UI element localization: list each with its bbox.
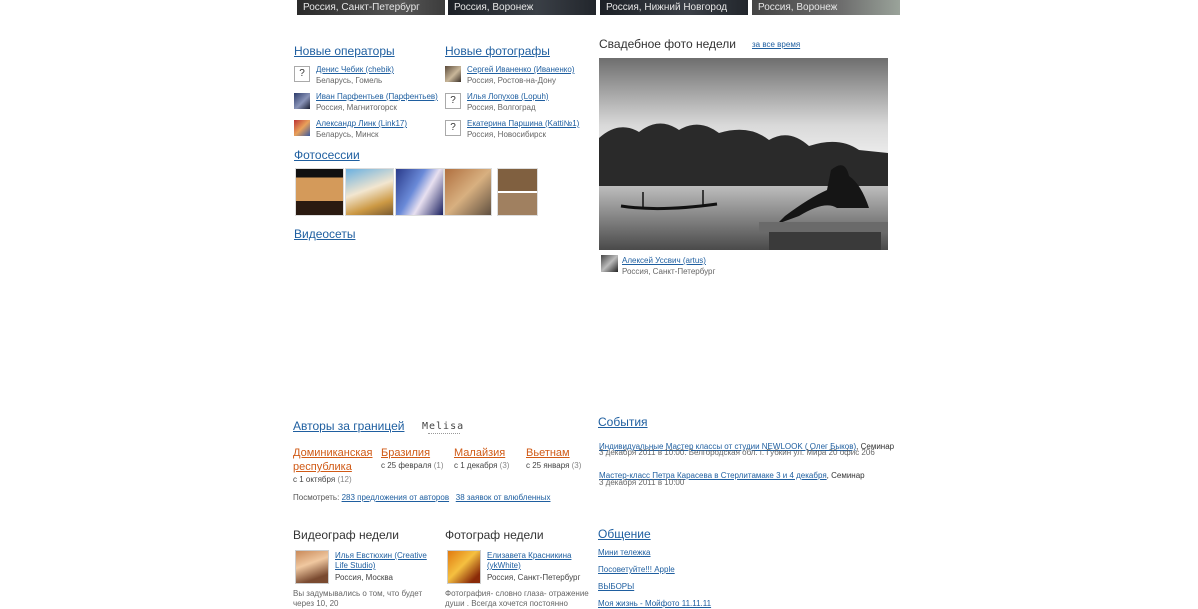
forum-topic[interactable]: ВЫБОРЫ <box>598 582 634 591</box>
videographer-location: Россия, Москва <box>335 573 393 582</box>
avatar <box>294 120 310 136</box>
wedding-author-name[interactable]: Алексей Уссвич (artus) <box>622 256 706 265</box>
strip-label: Россия, Воронеж <box>758 2 838 13</box>
country-brazil[interactable]: Бразилия <box>381 446 430 460</box>
country-date: с 1 декабря (3) <box>454 461 510 470</box>
avatar-placeholder-icon: ? <box>445 93 461 109</box>
strip-tile-2[interactable]: Россия, Воронеж <box>448 0 596 15</box>
operator-name[interactable]: Иван Парфентьев (Парфентьев) <box>316 92 438 101</box>
operator-location: Россия, Магнитогорск <box>316 103 397 112</box>
avatar-placeholder-icon: ? <box>294 66 310 82</box>
event-date: 3 декабря 2011 в 10:00. Белгородская обл… <box>599 448 875 457</box>
view-label: Посмотреть: <box>293 493 340 502</box>
photographer-quote: Фотография- словно глаза- отражение души… <box>445 589 589 608</box>
offers-link[interactable]: 283 предложения от авторов <box>342 493 450 502</box>
videographer-quote: Вы задумывались о том, что будет через 1… <box>293 589 423 608</box>
communication-title[interactable]: Общение <box>598 527 651 541</box>
requests-link[interactable]: 38 заявок от влюбленных <box>456 493 551 502</box>
country-dominican[interactable]: Доминиканская республика <box>293 446 377 474</box>
photographer-name[interactable]: Екатерина Паршина (Katti№1) <box>467 119 579 128</box>
videographer-name[interactable]: Илья Евстюхин (Creative Life Studio) <box>335 551 430 571</box>
forum-topic[interactable]: Мини тележка <box>598 548 651 557</box>
strip-label: Россия, Санкт-Петербург <box>303 2 420 13</box>
new-operators-title[interactable]: Новые операторы <box>294 44 395 58</box>
operator-location: Беларусь, Гомель <box>316 76 383 85</box>
strip-tile-3[interactable]: Россия, Нижний Новгород <box>600 0 748 15</box>
strip-label: Россия, Воронеж <box>454 2 534 13</box>
photographer-name[interactable]: Елизавета Красникина (ykWhite) <box>487 551 577 571</box>
melisa-logo[interactable]: Melisa <box>422 421 464 432</box>
country-date: с 25 февраля (1) <box>381 461 444 470</box>
wedding-photo-title: Свадебное фото недели <box>599 37 736 51</box>
strip-tile-1[interactable]: Россия, Санкт-Петербург <box>297 0 445 15</box>
country-vietnam[interactable]: Вьетнам <box>526 446 570 460</box>
country-malaysia[interactable]: Малайзия <box>454 446 505 460</box>
avatar-placeholder-icon: ? <box>445 120 461 136</box>
abroad-view-row: Посмотреть: 283 предложения от авторов 3… <box>293 493 550 502</box>
operator-location: Беларусь, Минск <box>316 130 379 139</box>
strip-tile-4[interactable]: Россия, Воронеж <box>752 0 900 15</box>
photographer-name[interactable]: Илья Лопухов (Lopuh) <box>467 92 549 101</box>
forum-topic[interactable]: Посоветуйте!!! Apple <box>598 565 675 574</box>
videosets-title[interactable]: Видеосеты <box>294 227 355 241</box>
photographer-location: Россия, Новосибирск <box>467 130 546 139</box>
photographer-name[interactable]: Сергей Иваненко (Иваненко) <box>467 65 574 74</box>
photosessions-title[interactable]: Фотосессии <box>294 148 360 162</box>
avatar <box>294 93 310 109</box>
photographer-title: Фотограф недели <box>445 528 544 542</box>
event-type: , Семинар <box>826 471 865 480</box>
photosession-thumb[interactable] <box>444 168 492 216</box>
avatar <box>445 66 461 82</box>
wedding-photo-svg <box>599 58 888 250</box>
avatar[interactable] <box>295 550 329 584</box>
country-date: с 25 января (3) <box>526 461 582 470</box>
event-date: 3 декабря 2011 в 10:00 <box>599 478 685 487</box>
all-time-link[interactable]: за все время <box>752 40 800 49</box>
photosession-thumb[interactable] <box>295 168 344 216</box>
logo-underline <box>428 433 460 436</box>
abroad-title[interactable]: Авторы за границей <box>293 419 404 433</box>
wedding-author-location: Россия, Санкт-Петербург <box>622 267 716 276</box>
photosession-thumb[interactable] <box>497 168 538 216</box>
photographer-location: Россия, Санкт-Петербург <box>487 573 581 582</box>
photographer-location: Россия, Волгоград <box>467 103 536 112</box>
operator-name[interactable]: Денис Чебик (chebik) <box>316 65 394 74</box>
strip-label: Россия, Нижний Новгород <box>606 2 728 13</box>
new-photographers-title[interactable]: Новые фотографы <box>445 44 550 58</box>
operator-name[interactable]: Александр Линк (Link17) <box>316 119 407 128</box>
avatar[interactable] <box>601 255 618 272</box>
wedding-photo-image[interactable] <box>599 58 888 250</box>
photographer-location: Россия, Ростов-на-Дону <box>467 76 556 85</box>
photosession-thumb[interactable] <box>345 168 394 216</box>
photosession-thumb[interactable] <box>395 168 444 216</box>
videographer-title: Видеограф недели <box>293 528 400 542</box>
events-title[interactable]: События <box>598 415 648 429</box>
country-date: с 1 октября (12) <box>293 475 352 484</box>
avatar[interactable] <box>447 550 481 584</box>
